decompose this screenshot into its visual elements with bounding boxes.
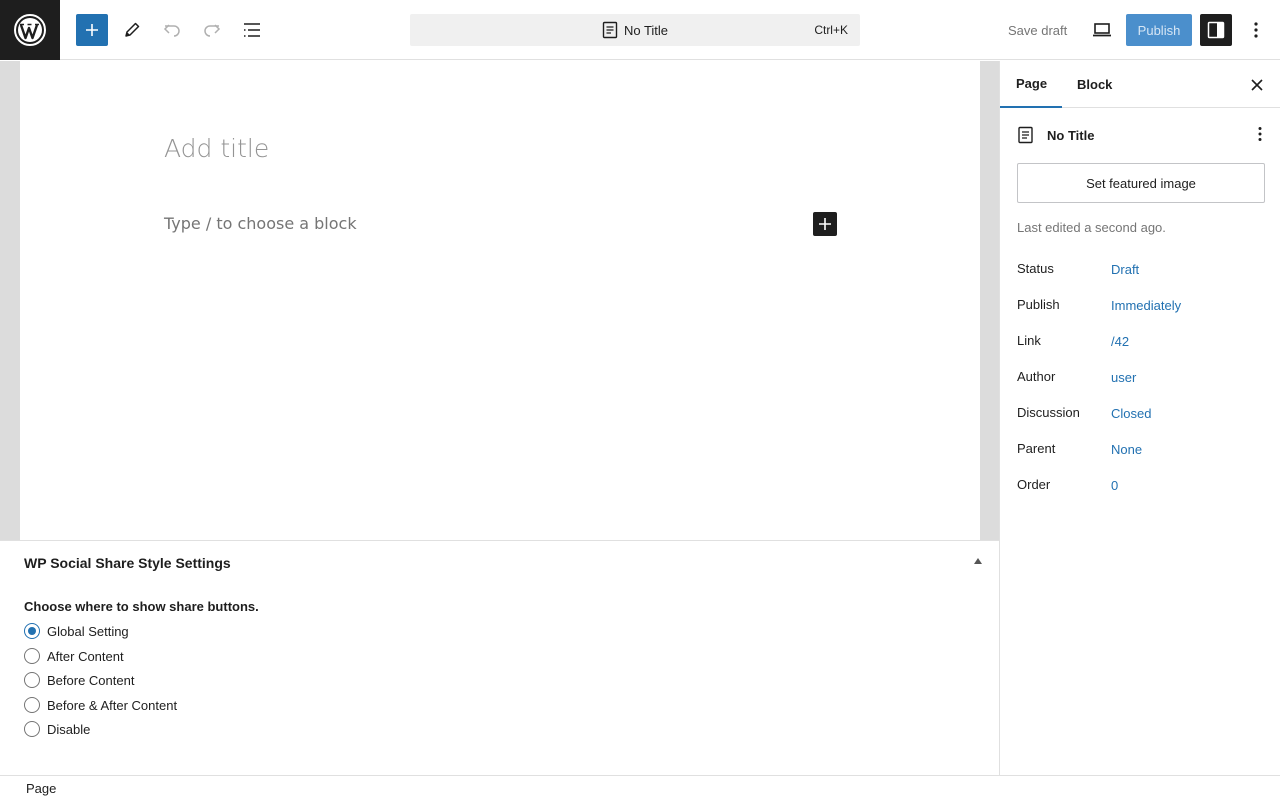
radio-option-before-after-content[interactable]: Before & After Content	[24, 696, 177, 714]
options-button[interactable]	[1240, 14, 1272, 46]
parent-value-button[interactable]: None	[1111, 442, 1142, 457]
close-sidebar-button[interactable]	[1248, 76, 1266, 94]
block-placeholder[interactable]: Type / to choose a block	[164, 214, 357, 233]
set-featured-image-button[interactable]: Set featured image	[1017, 163, 1265, 203]
row-label: Parent	[1017, 441, 1056, 456]
sidebar-row-author: Author user	[1017, 369, 1267, 389]
radio-button[interactable]	[24, 648, 40, 664]
sidebar-row-publish: Publish Immediately	[1017, 297, 1267, 317]
order-value-button[interactable]: 0	[1111, 478, 1118, 493]
publish-button[interactable]: Publish	[1126, 14, 1192, 46]
page-icon	[602, 21, 618, 39]
preview-button[interactable]	[1086, 14, 1118, 46]
sidebar-row-link: Link /42	[1017, 333, 1267, 353]
radio-label: Disable	[47, 721, 91, 737]
plus-icon	[819, 218, 831, 230]
block-inserter-button[interactable]	[76, 14, 108, 46]
pencil-icon	[125, 22, 140, 37]
radio-label: Before & After Content	[47, 697, 178, 713]
row-label: Discussion	[1017, 405, 1080, 420]
status-value-button[interactable]: Draft	[1111, 262, 1139, 277]
radio-button[interactable]	[24, 623, 40, 639]
collapse-arrow-icon[interactable]	[974, 558, 982, 564]
sidebar-document-card: No Title	[1017, 125, 1265, 145]
document-overview-button[interactable]	[236, 14, 268, 46]
sidebar-panel-icon	[1207, 21, 1225, 39]
tab-block[interactable]: Block	[1077, 61, 1112, 108]
tools-button[interactable]	[116, 14, 148, 46]
discussion-value-button[interactable]: Closed	[1111, 406, 1151, 421]
page-icon	[1018, 126, 1033, 144]
row-label: Link	[1017, 333, 1041, 348]
editor-canvas[interactable]: Add title Type / to choose a block	[20, 61, 980, 540]
sidebar-document-title: No Title	[1047, 127, 1095, 143]
laptop-icon	[1093, 23, 1111, 37]
sidebar-row-discussion: Discussion Closed	[1017, 405, 1267, 425]
settings-sidebar-toggle[interactable]	[1200, 14, 1232, 46]
title-placeholder[interactable]: Add title	[164, 134, 269, 163]
more-vertical-icon	[1254, 22, 1258, 38]
breadcrumb[interactable]: Page	[26, 781, 56, 796]
sidebar-tabs: Page Block	[1000, 61, 1280, 108]
settings-sidebar: Page Block No Title Set featured image L…	[999, 61, 1280, 775]
sidebar-row-order: Order 0	[1017, 477, 1267, 497]
list-view-icon	[244, 23, 260, 37]
radio-button[interactable]	[24, 721, 40, 737]
last-edited-text: Last edited a second ago.	[1017, 220, 1166, 235]
inline-block-inserter[interactable]	[813, 212, 837, 236]
publish-date-button[interactable]: Immediately	[1111, 298, 1181, 313]
radio-option-after-content[interactable]: After Content	[24, 647, 124, 665]
document-actions-button[interactable]	[1257, 126, 1263, 145]
radio-button[interactable]	[24, 672, 40, 688]
editor-canvas-area: Add title Type / to choose a block	[0, 61, 999, 540]
row-label: Order	[1017, 477, 1051, 492]
undo-button[interactable]	[156, 14, 188, 46]
radio-option-disable[interactable]: Disable	[24, 720, 90, 738]
radio-button[interactable]	[24, 697, 40, 713]
radio-label: Global Setting	[47, 623, 129, 639]
row-label: Author	[1017, 369, 1056, 384]
social-share-metabox: WP Social Share Style Settings Choose wh…	[0, 540, 999, 775]
redo-button[interactable]	[196, 14, 228, 46]
row-label: Status	[1017, 261, 1054, 276]
tab-page[interactable]: Page	[1000, 61, 1062, 108]
more-vertical-icon	[1258, 127, 1262, 141]
radio-label: After Content	[47, 648, 124, 664]
wordpress-logo-icon[interactable]	[0, 0, 60, 60]
plus-icon	[86, 24, 98, 36]
save-draft-button[interactable]: Save draft	[1000, 14, 1075, 46]
radio-label: Before Content	[47, 672, 135, 688]
undo-icon	[163, 24, 180, 37]
close-icon	[1251, 79, 1263, 91]
metabox-title: WP Social Share Style Settings	[24, 555, 231, 571]
command-palette-bar[interactable]: No Title Ctrl+K	[410, 14, 860, 46]
link-value-button[interactable]: /42	[1111, 334, 1129, 349]
radio-option-global-setting[interactable]: Global Setting	[24, 622, 129, 640]
sidebar-row-parent: Parent None	[1017, 441, 1267, 461]
metabox-label: Choose where to show share buttons.	[24, 599, 259, 614]
redo-icon	[204, 24, 221, 37]
radio-option-before-content[interactable]: Before Content	[24, 671, 134, 689]
author-value-button[interactable]: user	[1111, 370, 1136, 385]
document-title: No Title	[623, 22, 669, 38]
sidebar-row-status: Status Draft	[1017, 261, 1267, 281]
row-label: Publish	[1017, 297, 1060, 312]
editor-header: No Title Ctrl+K Save draft Publish	[0, 0, 1280, 60]
keyboard-shortcut: Ctrl+K	[814, 23, 848, 37]
editor-footer: Page	[0, 775, 1280, 800]
